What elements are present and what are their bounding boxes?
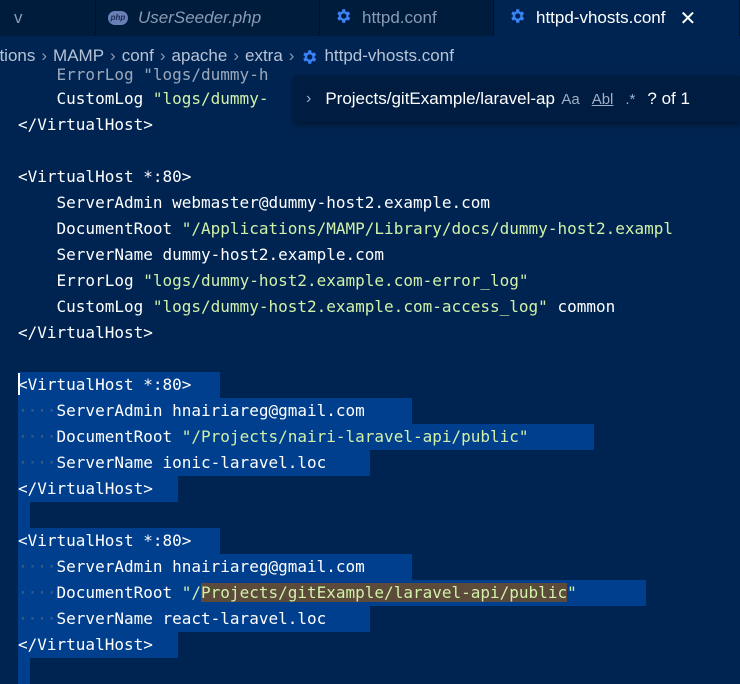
breadcrumb-item[interactable]: httpd-vhosts.conf [324, 46, 453, 66]
code-line: ····ServerAdmin hnairiareg@gmail.com [18, 557, 365, 576]
code-line: ServerName dummy-host2.example.com [18, 245, 385, 264]
code-line: DocumentRoot "/Applications/MAMP/Library… [18, 219, 674, 238]
gear-icon [300, 46, 318, 66]
code-editor[interactable]: ErrorLog "logs/dummy-h CustomLog "logs/d… [0, 64, 740, 684]
code-line: ServerAdmin webmaster@dummy-host2.exampl… [18, 193, 491, 212]
selection [18, 658, 30, 684]
close-icon[interactable]: ✕ [679, 6, 696, 31]
chevron-right-icon: › [288, 46, 295, 65]
code-line: ErrorLog "logs/dummy-host2.example.com-e… [18, 271, 529, 290]
tab-userseeder[interactable]: php UserSeeder.php [96, 0, 320, 36]
find-input[interactable]: Projects/gitExample/laravel-api/public [325, 89, 555, 109]
tab-label: httpd.conf [362, 8, 437, 27]
gear-icon [334, 7, 352, 30]
regex-toggle[interactable]: .* [625, 91, 635, 108]
tab-httpd-vhosts-conf[interactable]: httpd-vhosts.conf ✕ [494, 0, 740, 36]
code-line: </VirtualHost> [18, 323, 153, 342]
code-line: <VirtualHost *:80> [18, 375, 192, 394]
tab-httpd-conf[interactable]: httpd.conf [320, 0, 494, 36]
match-count: ? of 1 [647, 89, 690, 108]
selection [18, 502, 30, 528]
code-line: CustomLog "logs/dummy- [18, 89, 269, 108]
code-line: </VirtualHost> [18, 635, 153, 654]
tab-label: v [14, 8, 23, 27]
code-line: <VirtualHost *:80> [18, 531, 192, 550]
code-line: CustomLog "logs/dummy-host2.example.com-… [18, 297, 616, 316]
php-icon: php [108, 11, 128, 25]
match-case-toggle[interactable]: Aa [561, 91, 579, 108]
code-line: ····ServerAdmin hnairiareg@gmail.com [18, 401, 365, 420]
code-line: ····DocumentRoot "/Projects/gitExample/l… [18, 583, 577, 602]
tab-bar: v php UserSeeder.php httpd.conf httpd-vh… [0, 0, 740, 36]
code-line: ····ServerName ionic-laravel.loc [18, 453, 327, 472]
code-line: ErrorLog "logs/dummy-h [18, 65, 269, 84]
tab-label: httpd-vhosts.conf [536, 8, 666, 27]
match-whole-word-toggle[interactable]: Abl [592, 91, 614, 108]
gear-icon [508, 7, 526, 30]
find-match: Projects/gitExample/laravel-api/public [201, 583, 568, 602]
chevron-right-icon[interactable]: › [306, 90, 311, 108]
code-line: <VirtualHost *:80> [18, 167, 192, 186]
tab-overflow[interactable]: v [0, 0, 96, 36]
code-line: ····ServerName react-laravel.loc [18, 609, 327, 628]
code-line: </VirtualHost> [18, 479, 153, 498]
code-line: ····DocumentRoot "/Projects/nairi-larave… [18, 427, 529, 446]
text-cursor [18, 373, 20, 395]
tab-label: UserSeeder.php [138, 8, 262, 27]
find-widget: › Projects/gitExample/laravel-api/public… [294, 76, 740, 122]
code-line: </VirtualHost> [18, 115, 153, 134]
